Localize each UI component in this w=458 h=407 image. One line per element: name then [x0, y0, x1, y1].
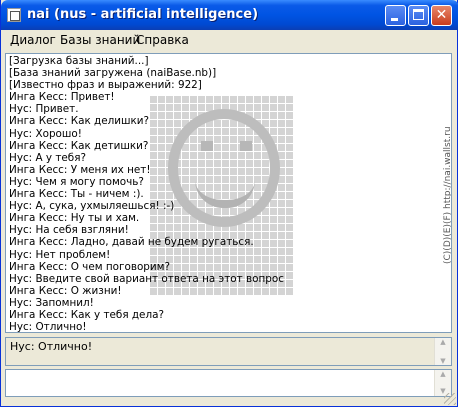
- chat-line: Инга Кесс: Ты - ничем :).: [9, 188, 144, 201]
- chat-line: Нус: Запомнил!: [9, 296, 94, 309]
- chat-line: Нус: Введите свой вариант ответа на этот…: [9, 272, 284, 285]
- chat-line: Нус: А, сука, ухмыляешься! :-): [9, 200, 175, 213]
- site-credit: (C)(D)(E)(F) http://nai.wallst.ru: [443, 126, 452, 264]
- chat-line: Нус: Нет проблем!: [9, 248, 111, 261]
- title-bar[interactable]: nai (nus - artificial intelligence) ✕: [1, 0, 458, 30]
- chat-line: [Известно фраз и выражений: 922]: [9, 79, 202, 92]
- chat-line: Инга Кесс: О чем поговорим?: [9, 260, 170, 273]
- chat-line: Нус: А у тебя?: [9, 151, 86, 164]
- answer-scrollbar[interactable]: ▲ ▼: [434, 338, 451, 365]
- chat-line: Инга Кесс: Как детишки?: [9, 139, 149, 152]
- menu-knowledge-bases[interactable]: Базы знаний: [60, 33, 140, 47]
- chat-line: Нус: Отлично!: [9, 321, 87, 333]
- resize-grip-icon[interactable]: [444, 393, 456, 405]
- scroll-up-icon[interactable]: ▲: [435, 370, 451, 379]
- chat-line: Инга Кесс: Ну ты и хам.: [9, 212, 140, 225]
- last-answer-box[interactable]: Нус: Отлично! ▲ ▼: [5, 337, 452, 366]
- maximize-icon: [413, 9, 424, 20]
- scroll-up-icon[interactable]: ▲: [435, 338, 451, 346]
- close-button[interactable]: ✕: [431, 5, 452, 26]
- menu-bar: Диалог Базы знаний Справка: [2, 30, 457, 50]
- chat-line: Нус: Хорошо!: [9, 127, 82, 140]
- app-icon: [7, 8, 21, 22]
- minimize-button[interactable]: [385, 5, 406, 26]
- chat-line: Инга Кесс: Как делишки?: [9, 115, 150, 128]
- chat-line: [Загрузка базы знаний...]: [9, 55, 149, 67]
- chat-line: Нус: Чем я могу помочь?: [9, 175, 144, 188]
- menu-help[interactable]: Справка: [136, 33, 189, 47]
- chat-line: Инга Кесс: У меня их нет!: [9, 163, 151, 176]
- chat-line: Инга Кесс: О жизни!: [9, 284, 122, 297]
- maximize-button[interactable]: [408, 5, 429, 26]
- chat-line: Нус: На себя взгляни!: [9, 224, 129, 237]
- chat-line: Инга Кесс: Как у тебя дела?: [9, 308, 164, 321]
- chat-line: Нус: Привет.: [9, 103, 79, 116]
- message-input-box[interactable]: ▲ ▼: [5, 369, 452, 397]
- app-window: nai (nus - artificial intelligence) ✕ Ди…: [0, 0, 458, 407]
- menu-dialog[interactable]: Диалог: [10, 33, 56, 47]
- chat-line: [База знаний загружена (naiBase.nb)]: [9, 67, 217, 80]
- chat-log[interactable]: [Загрузка базы знаний...] [База знаний за…: [5, 53, 452, 333]
- chat-line: Инга Кесс: Привет!: [9, 91, 115, 104]
- window-title: nai (nus - artificial intelligence): [27, 7, 259, 22]
- chat-lines: [Загрузка базы знаний...] [База знаний за…: [9, 55, 284, 333]
- scroll-down-icon[interactable]: ▼: [435, 357, 451, 365]
- chat-line: Инга Кесс: Ладно, давай не будем ругатьс…: [9, 236, 254, 249]
- message-input[interactable]: [10, 373, 424, 395]
- minimize-icon: [391, 18, 398, 21]
- last-answer-text: Нус: Отлично!: [10, 340, 93, 353]
- close-icon: ✕: [435, 7, 448, 23]
